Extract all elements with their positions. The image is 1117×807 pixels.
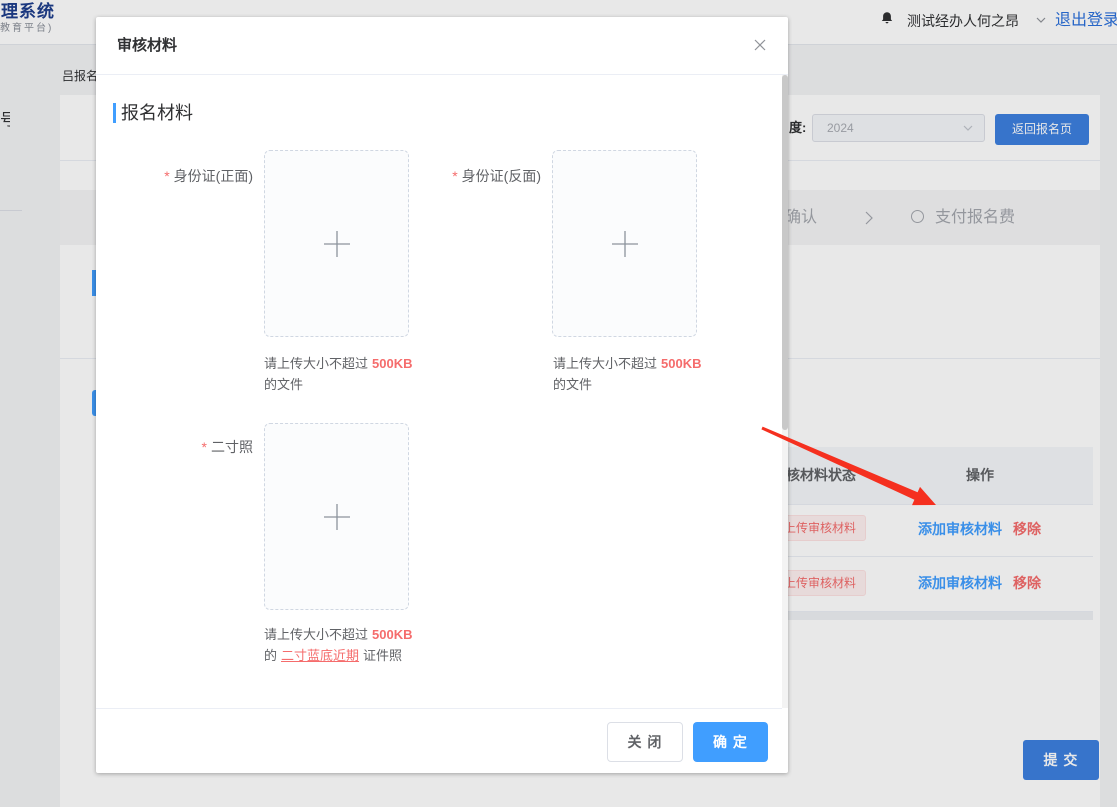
hint-size-limit: 500KB — [372, 627, 413, 642]
upload-hint: 请上传大小不超过 500KB 的文件 — [553, 353, 701, 395]
field-label-text: 二寸照 — [211, 439, 253, 455]
upload-id-back[interactable] — [552, 150, 697, 337]
review-materials-dialog: 审核材料 报名材料 * 身份证(正面) 请上传大小不超过 500KB 的文件 * 身份… — [96, 17, 788, 773]
dialog-header-divider — [96, 74, 788, 75]
field-label-text: 身份证(正面) — [173, 168, 253, 184]
upload-hint: 请上传大小不超过 500KB 的文件 — [264, 353, 412, 395]
upload-photo[interactable] — [264, 423, 409, 610]
field-label-text: 身份证(反面) — [461, 168, 541, 184]
dialog-title: 审核材料 — [117, 37, 178, 54]
upload-hint-line2: 的文件 — [553, 377, 593, 392]
section-title: 报名材料 — [121, 103, 193, 123]
close-button[interactable]: 关 闭 — [607, 722, 683, 762]
upload-id-front[interactable] — [264, 150, 409, 337]
hint-size-limit: 500KB — [661, 356, 702, 371]
hint-text: 请上传大小不超过 — [264, 356, 369, 371]
required-mark: * — [452, 168, 458, 184]
upload-hint-line2: 的文件 — [264, 377, 304, 392]
screen: 理系统 教育平台) 测试经办人何之昂 退出登录 吕报名 号 度: 2024 返回… — [0, 0, 1117, 807]
section-title-marker — [113, 103, 116, 123]
hint-size-limit: 500KB — [372, 356, 413, 371]
upload-hint-line1: 请上传大小不超过 500KB — [553, 353, 701, 374]
hint-text: 请上传大小不超过 — [553, 356, 658, 371]
upload-hint: 请上传大小不超过 500KB 的二寸蓝底近期 证件照 — [264, 624, 412, 666]
dialog-scrollbar-thumb[interactable] — [782, 75, 788, 430]
plus-icon — [324, 504, 350, 530]
field-label-photo: * 二寸照 — [202, 437, 253, 457]
plus-icon — [612, 231, 638, 257]
required-mark: * — [201, 439, 207, 455]
upload-hint-line2: 的二寸蓝底近期 证件照 — [264, 645, 412, 666]
confirm-button[interactable]: 确 定 — [693, 722, 768, 762]
close-icon[interactable] — [754, 39, 766, 51]
upload-hint-line1: 请上传大小不超过 500KB — [264, 624, 412, 645]
field-label-id-back: * 身份证(反面) — [452, 166, 541, 186]
field-label-id-front: * 身份证(正面) — [164, 166, 253, 186]
hint-text: 请上传大小不超过 — [264, 627, 369, 642]
dialog-footer-divider — [96, 708, 782, 709]
hint-text: 证件照 — [363, 648, 403, 663]
hint-photo-requirement: 二寸蓝底近期 — [281, 648, 360, 663]
plus-icon — [324, 231, 350, 257]
upload-hint-line1: 请上传大小不超过 500KB — [264, 353, 412, 374]
required-mark: * — [164, 168, 170, 184]
hint-text: 的 — [264, 648, 278, 663]
